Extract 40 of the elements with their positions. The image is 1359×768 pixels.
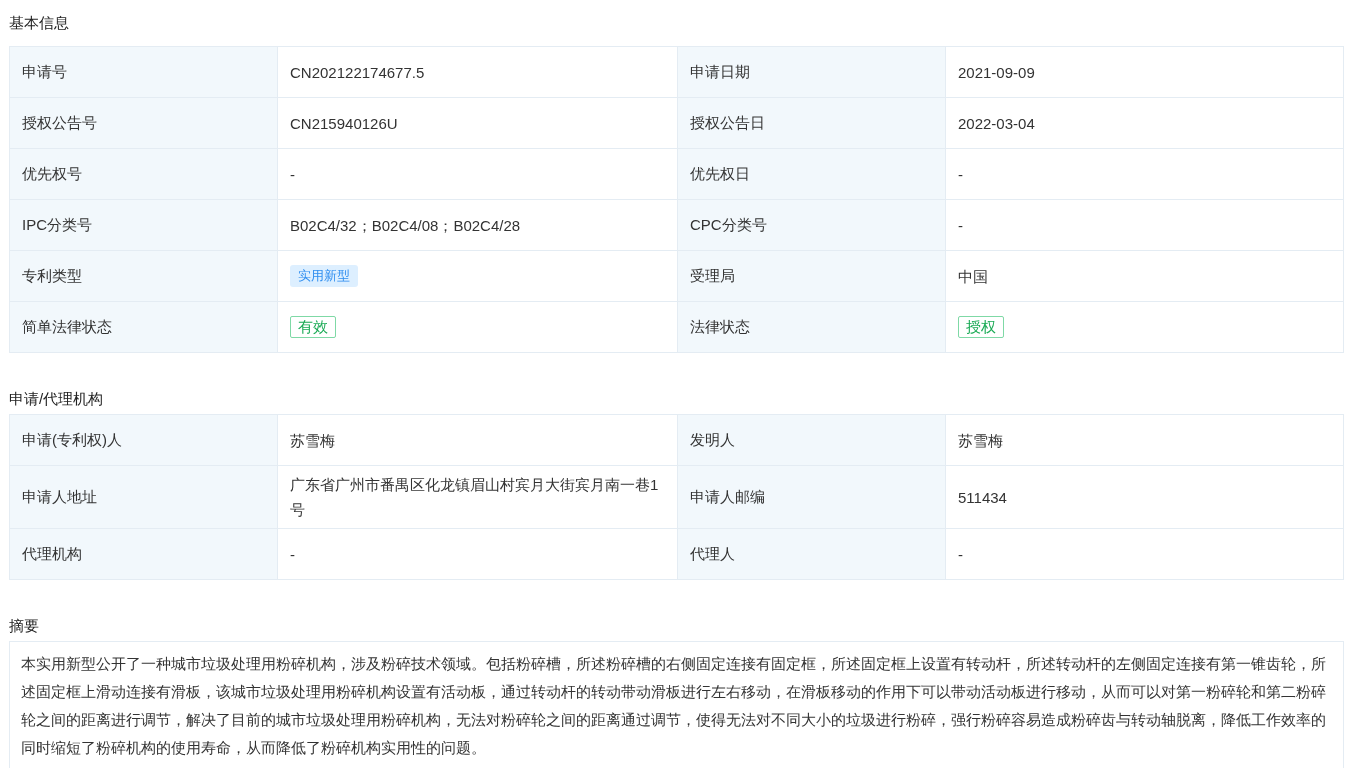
field-label: 申请日期: [690, 61, 750, 82]
field-value: CN202122174677.5: [290, 62, 425, 83]
field-label: 申请人地址: [22, 486, 97, 507]
field-value: -: [958, 215, 963, 236]
field-label: 申请人邮编: [690, 486, 765, 507]
field-value: 广东省广州市番禺区化龙镇眉山村宾月大街宾月南一巷1号: [290, 475, 660, 520]
patent-type-tag: 实用新型: [290, 265, 358, 287]
field-label: 申请(专利权)人: [22, 429, 122, 450]
field-label: 申请号: [22, 61, 67, 82]
field-label: 优先权日: [690, 163, 750, 184]
section-title: 申请/代理机构: [9, 388, 104, 409]
field-label: 代理人: [690, 543, 735, 564]
field-label: IPC分类号: [22, 214, 92, 235]
field-value: -: [958, 164, 963, 185]
field-value: B02C4/32；B02C4/08；B02C4/28: [290, 215, 521, 236]
field-label: 代理机构: [22, 543, 82, 564]
field-value: 中国: [958, 266, 988, 287]
field-label: 专利类型: [22, 265, 82, 286]
field-value: CN215940126U: [290, 113, 398, 134]
field-value: -: [290, 544, 295, 565]
status-tag: 有效: [290, 316, 336, 338]
field-label: CPC分类号: [690, 214, 767, 235]
section-title: 基本信息: [9, 12, 69, 33]
abstract-text: 本实用新型公开了一种城市垃圾处理用粉碎机构，涉及粉碎技术领域。包括粉碎槽，所述粉碎槽的右侧固定连接有固定框，所述固定框上设置有转动杆，所述转动杆的左侧固定连接有第一锥齿轮，所述固定框上滑动连接有滑板，该城市垃圾处理用粉碎机构设置有活动板，通过转动杆的转动带动滑板进行左右移动，在滑板移动的作用下可以带动活动板进行移动，从而可以对第一粉碎轮和第二粉碎轮之间的距离进行调节，解决了目前的城市垃圾处理用粉碎机构，无法对粉碎轮之间的距离通过调节，使得无法对不同大小的垃圾进行粉碎，强行粉碎容易造成粉碎齿与转动轴脱离，降低工作效率的同时缩短了粉碎机构的使用寿命，从而降低了粉碎机构实用性的问题。: [21, 654, 1327, 758]
field-value: -: [958, 544, 963, 565]
field-value: -: [290, 164, 295, 185]
field-value: 2022-03-04: [958, 113, 1035, 134]
field-label: 发明人: [690, 429, 735, 450]
section-title: 摘要: [9, 615, 39, 636]
field-label: 授权公告号: [22, 112, 97, 133]
field-label: 受理局: [690, 265, 735, 286]
field-value: 苏雪梅: [958, 430, 1003, 451]
field-label: 优先权号: [22, 163, 82, 184]
field-label: 简单法律状态: [22, 316, 112, 337]
field-value: 2021-09-09: [958, 62, 1035, 83]
field-label: 法律状态: [690, 316, 750, 337]
field-label: 授权公告日: [690, 112, 765, 133]
status-tag: 授权: [958, 316, 1004, 338]
field-value: 苏雪梅: [290, 430, 335, 451]
field-value: 511434: [958, 487, 1007, 508]
